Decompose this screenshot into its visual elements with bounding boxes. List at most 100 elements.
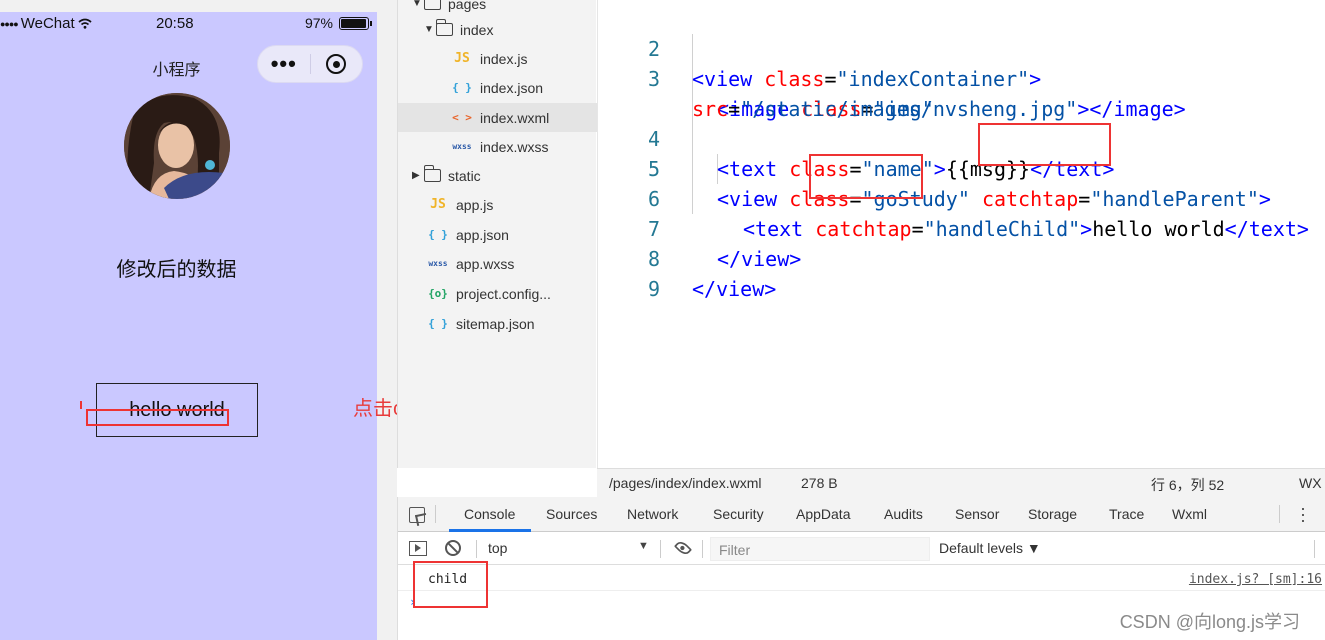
tree-file-sitemap-json[interactable]: { } sitemap.json (398, 309, 597, 338)
tab-audits[interactable]: Audits (884, 506, 923, 522)
js-file-icon: JS (430, 197, 446, 212)
json-file-icon: { } (452, 81, 472, 94)
tree-label: app.wxss (456, 255, 515, 272)
wxml-file-icon: < > (452, 111, 472, 124)
tree-file-project-config[interactable]: {o} project.config... (398, 279, 597, 308)
simulator-panel: ●●●● WeChat 20:58 97% 小程序 ••• 修改后的数据 hel… (0, 0, 397, 640)
kebab-menu-icon[interactable]: · · · (1299, 499, 1307, 529)
console-toolbar: top ▼ Filter Default levels ▼ (398, 532, 1325, 565)
code-line-3: 3 <image class="img" (598, 34, 1325, 121)
tree-file-index-js[interactable]: JS index.js (398, 44, 597, 73)
tree-file-index-wxss[interactable]: wxss index.wxss (398, 132, 597, 161)
code-line-5: 5 <view class="goStudy" catchtap="handle… (598, 124, 1325, 211)
cursor-position[interactable]: 行 6，列 52 (1151, 475, 1224, 495)
highlight-box-log (413, 561, 488, 608)
highlight-box-hello (86, 409, 229, 426)
wxss-file-icon: wxss (452, 142, 472, 151)
file-size: 278 B (801, 475, 838, 491)
file-tree: ▼ pages ▼ index JS index.js { } index.js… (397, 0, 597, 468)
status-right: 97% (304, 15, 372, 31)
wxss-file-icon: wxss (428, 259, 448, 268)
chevron-down-icon: ▼ (424, 24, 434, 35)
tab-security[interactable]: Security (713, 506, 764, 522)
code-token: </view> (692, 277, 777, 301)
tab-sensor[interactable]: Sensor (955, 506, 999, 522)
highlight-tick (80, 401, 82, 409)
tree-label: index.json (480, 79, 544, 96)
folder-open-icon (435, 19, 453, 36)
status-time: 20:58 (156, 15, 194, 32)
tree-file-index-wxml[interactable]: < > index.wxml (398, 103, 597, 132)
sidebar-toggle-icon[interactable] (409, 541, 427, 556)
tree-file-app-json[interactable]: { } app.json (398, 220, 597, 249)
tree-label: pages (448, 0, 487, 12)
battery-tip (370, 20, 372, 26)
code-editor[interactable]: 2 <view class="indexContainer"> 3 <image… (597, 0, 1325, 468)
eye-icon[interactable] (673, 538, 693, 558)
more-button[interactable]: ••• (258, 53, 310, 75)
tree-file-app-wxss[interactable]: wxss app.wxss (398, 249, 597, 278)
divider (1279, 505, 1280, 523)
tab-storage[interactable]: Storage (1028, 506, 1077, 522)
devtools-tab-bar: Console Sources Network Security AppData… (398, 497, 1325, 532)
levels-dropdown[interactable]: Default levels ▼ (939, 540, 1041, 556)
divider (1314, 540, 1315, 558)
config-file-icon: {o} (428, 287, 448, 300)
tree-label: index.wxml (480, 109, 550, 126)
tab-console[interactable]: Console (464, 506, 515, 522)
avatar-image (124, 93, 230, 199)
message-text: 修改后的数据 (116, 259, 237, 281)
tab-sources[interactable]: Sources (546, 506, 597, 522)
inspect-element-icon[interactable] (409, 507, 425, 523)
tab-appdata[interactable]: AppData (796, 506, 850, 522)
capsule-menu: ••• (257, 45, 363, 83)
tree-folder-static[interactable]: ▶ static (398, 161, 597, 190)
tree-file-app-js[interactable]: JS app.js (398, 190, 597, 219)
divider (435, 505, 436, 523)
divider (476, 540, 477, 558)
tree-folder-index[interactable]: ▼ index (398, 15, 597, 44)
battery-percent: 97% (304, 15, 333, 31)
tree-file-index-json[interactable]: { } index.json (398, 73, 597, 102)
tree-label: project.config... (456, 285, 551, 302)
folder-open-icon (424, 0, 441, 10)
code-line-8: 8 </view> (598, 214, 1325, 301)
context-select[interactable]: top (488, 540, 650, 556)
tree-label: static (448, 167, 481, 184)
divider (702, 540, 703, 558)
tree-label: app.js (456, 196, 494, 213)
js-file-icon: JS (454, 51, 470, 66)
carrier-label: WeChat (20, 15, 75, 32)
portrait-icon (124, 93, 230, 199)
tab-trace[interactable]: Trace (1109, 506, 1144, 522)
code-line-6: 6 <text catchtap="handleChild">hello wor… (598, 154, 1325, 241)
log-source-link[interactable]: index.js? [sm]:16 (1189, 572, 1322, 587)
language-mode[interactable]: WX (1299, 475, 1322, 491)
filter-input[interactable]: Filter (710, 537, 930, 561)
divider (660, 540, 661, 558)
tab-network[interactable]: Network (627, 506, 678, 522)
code-line-4: 4 <text class="name">{{msg}}</text> (598, 94, 1325, 181)
watermark: CSDN @向long.js学习 (1119, 612, 1300, 632)
json-file-icon: { } (428, 228, 448, 241)
chevron-right-icon: ▶ (412, 170, 420, 181)
chevron-down-icon: ▼ (412, 0, 422, 9)
battery-fill (341, 18, 367, 28)
code-line-2: 2 <view class="indexContainer"> (598, 4, 1325, 91)
phone-screen: ●●●● WeChat 20:58 97% 小程序 ••• 修改后的数据 hel… (0, 12, 377, 640)
caret-down-icon: ▼ (638, 540, 649, 552)
signal-icon: ●●●● (0, 18, 19, 29)
tree-label: index.js (480, 50, 528, 67)
tab-wxml[interactable]: Wxml (1172, 506, 1207, 522)
target-icon (326, 54, 347, 74)
highlight-box-child-catchtap (809, 154, 923, 199)
close-miniprogram-button[interactable] (310, 54, 362, 74)
tree-label: index.wxss (480, 138, 549, 155)
log-entry: child index.js? [sm]:16 (398, 565, 1325, 591)
line-number: 9 (647, 277, 660, 301)
clear-console-icon[interactable] (445, 540, 461, 556)
wifi-icon (78, 18, 92, 29)
editor-status-bar: /pages/index/index.wxml 278 B 行 6，列 52 W… (597, 468, 1325, 497)
folder-icon (423, 165, 441, 182)
tree-label: index (460, 21, 494, 38)
